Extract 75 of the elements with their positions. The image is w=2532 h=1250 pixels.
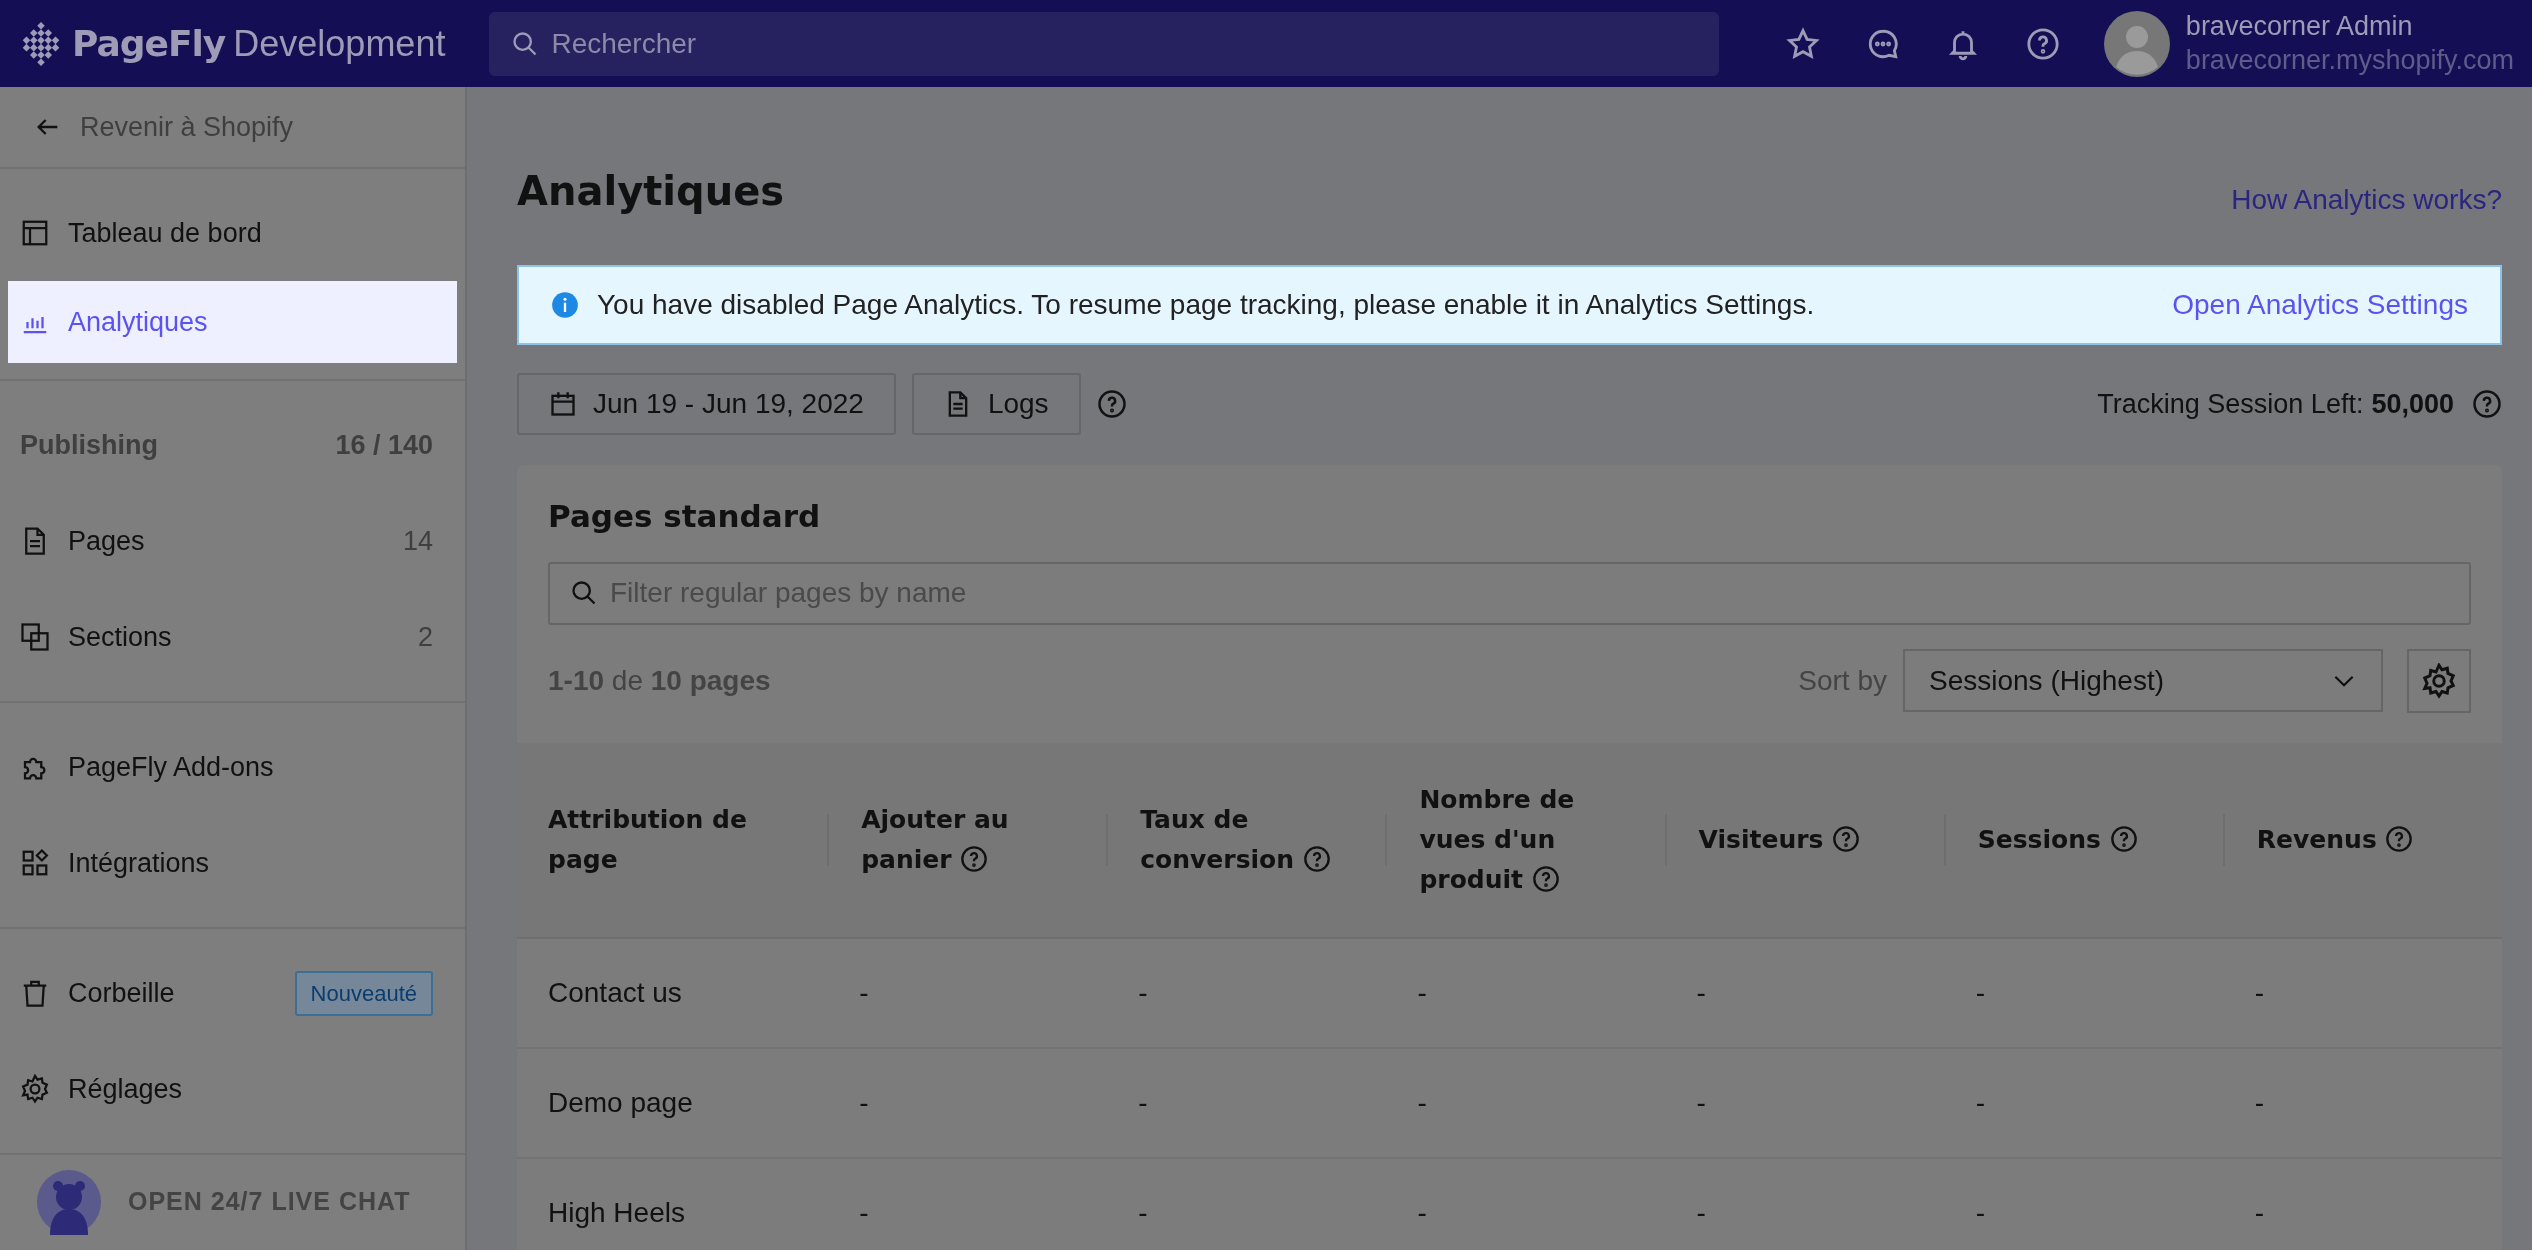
item-count: 2 bbox=[417, 620, 433, 654]
user-name: bravecorner Admin bbox=[2185, 9, 2414, 43]
table-cell: - bbox=[2254, 1086, 2265, 1118]
table-cell: - bbox=[2254, 976, 2265, 1008]
sidebar-item[interactable]: Réglages bbox=[0, 1041, 465, 1137]
table-cell: - bbox=[859, 1086, 869, 1118]
item-count: 14 bbox=[402, 524, 433, 558]
sidebar-item[interactable]: Pages 14 bbox=[0, 493, 465, 589]
column-header: Nombre de vues d'un produit bbox=[1419, 783, 1576, 896]
gear-icon bbox=[20, 1074, 50, 1104]
table-cell: - bbox=[1696, 1196, 1706, 1228]
table-cell: - bbox=[1138, 1196, 1148, 1228]
back-link[interactable]: Revenir à Shopify bbox=[0, 87, 465, 167]
new-badge: Nouveauté bbox=[294, 970, 433, 1016]
sort-select[interactable]: Sessions (Highest) bbox=[1903, 649, 2383, 712]
bear-mascot-icon bbox=[36, 1169, 102, 1235]
brand-name: PageFly bbox=[72, 21, 226, 66]
sidebar-item[interactable]: Tableau de bord bbox=[0, 185, 465, 281]
sort-label: Sort by bbox=[1798, 663, 1887, 698]
column-header: Visiteurs bbox=[1698, 819, 1891, 860]
help-icon bbox=[1096, 389, 1127, 419]
page-count: 1-10 de 10 pages bbox=[548, 663, 771, 698]
page-title: Analytiques bbox=[517, 167, 785, 216]
settings-button[interactable] bbox=[2407, 648, 2471, 713]
tracking-value: 50,000 bbox=[2371, 387, 2454, 421]
sidebar-item[interactable]: Analytiques bbox=[8, 281, 457, 363]
sidebar-item[interactable]: PageFly Add-ons bbox=[0, 719, 465, 815]
banner-message: You have disabled Page Analytics. To resume page tracking, please enable it in Analytics Settings. bbox=[597, 288, 1815, 322]
table-cell: High Heels bbox=[548, 1196, 685, 1228]
column-header: Attribution de page bbox=[548, 803, 748, 876]
live-chat-link[interactable]: OPEN 24/7 LIVE CHAT bbox=[0, 1155, 465, 1249]
table-cell: - bbox=[1417, 1196, 1427, 1228]
date-range-button[interactable]: Jun 19 - Jun 19, 2022 bbox=[517, 373, 896, 435]
table-cell: - bbox=[1696, 976, 1706, 1008]
layout-icon bbox=[20, 218, 50, 248]
table-cell: Contact us bbox=[548, 976, 682, 1008]
table-cell: - bbox=[1138, 1086, 1148, 1118]
help-link[interactable]: How Analytics works? bbox=[2231, 179, 2502, 221]
sidebar-item[interactable]: Sections 2 bbox=[0, 589, 465, 685]
overlap-squares-icon bbox=[20, 622, 50, 652]
table-cell: - bbox=[2254, 1196, 2265, 1228]
column-header: Sessions bbox=[1977, 819, 2168, 860]
table-cell: - bbox=[1417, 976, 1427, 1008]
settings-icon bbox=[2421, 662, 2457, 699]
table-cell: Demo page bbox=[548, 1086, 693, 1118]
column-header: Ajouter au panier bbox=[861, 803, 1010, 876]
table-cell: - bbox=[1417, 1086, 1427, 1118]
card-title: Pages standard bbox=[548, 497, 822, 536]
settings-link[interactable]: Open Analytics Settings bbox=[2172, 284, 2468, 326]
apps-icon bbox=[20, 848, 50, 878]
avatar-icon bbox=[2103, 10, 2170, 77]
help-icon bbox=[2472, 389, 2502, 419]
help-icon[interactable] bbox=[2025, 26, 2060, 61]
table-cell: - bbox=[859, 976, 869, 1008]
search-field[interactable]: Rechercher bbox=[489, 11, 1720, 76]
item-count: 16 / 140 bbox=[335, 428, 433, 462]
table-cell: - bbox=[1696, 1086, 1706, 1118]
tracking-label: Tracking Session Left: bbox=[2097, 387, 2364, 421]
calendar-icon bbox=[549, 390, 577, 418]
section-heading: Publishing bbox=[20, 428, 158, 462]
info-icon bbox=[551, 291, 579, 319]
column-header: Revenus bbox=[2256, 819, 2444, 860]
sidebar-item[interactable]: Corbeille Nouveauté bbox=[0, 945, 465, 1041]
sidebar-item[interactable]: Intégrations bbox=[0, 815, 465, 911]
brand-suffix: Development bbox=[233, 21, 446, 66]
column-header: Taux de conversion bbox=[1140, 799, 1386, 880]
star-icon[interactable] bbox=[1785, 26, 1820, 61]
logs-button[interactable]: Logs bbox=[911, 373, 1081, 435]
table-cell: - bbox=[1138, 976, 1148, 1008]
table-cell: - bbox=[859, 1196, 869, 1228]
table-cell: - bbox=[1975, 976, 1986, 1008]
table-cell: - bbox=[1975, 1196, 1986, 1228]
search-icon bbox=[570, 578, 598, 607]
shop-domain: bravecorner.myshopify.com bbox=[2185, 43, 2514, 77]
table-cell: - bbox=[1975, 1086, 1986, 1118]
